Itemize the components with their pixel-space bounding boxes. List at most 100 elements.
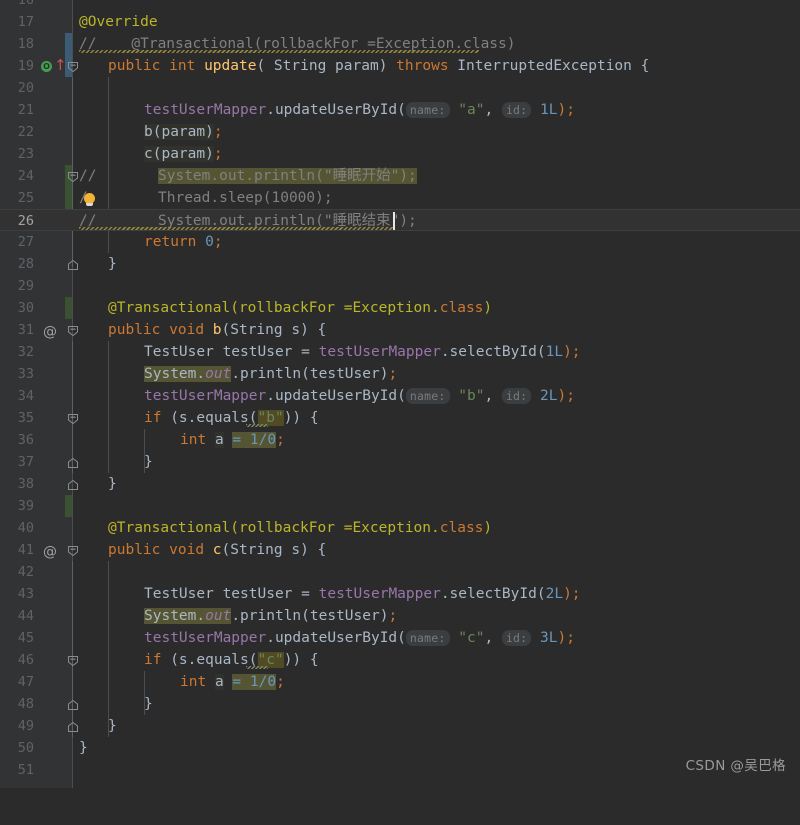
code-line-current[interactable]: 26 // System.out.println("睡眠结束"); xyxy=(0,209,800,231)
code-text[interactable]: public void c(String s) { xyxy=(108,539,326,561)
code-line[interactable]: 47 int a = 1/0; xyxy=(0,671,800,693)
line-number: 17 xyxy=(17,14,34,30)
param-hint-name[interactable]: name: xyxy=(405,102,450,118)
token-comma: , xyxy=(484,388,494,404)
code-line[interactable]: 23 c(param); xyxy=(0,143,800,165)
code-text[interactable]: } xyxy=(144,451,153,473)
line-number: 32 xyxy=(17,344,34,360)
param-hint-id[interactable]: id: xyxy=(501,630,532,646)
token-declaration: TestUser testUser = xyxy=(144,586,319,602)
code-text[interactable]: public void b(String s) { xyxy=(108,319,326,341)
token-variable: a xyxy=(214,674,224,690)
token-number: 0 xyxy=(205,234,214,250)
code-line[interactable]: 17 @Override xyxy=(0,11,800,33)
code-line[interactable]: 16 xyxy=(0,0,800,11)
code-line[interactable]: 44 System.out.println(testUser); xyxy=(0,605,800,627)
code-line[interactable]: 38 } xyxy=(0,473,800,495)
token-number-arg: 2L xyxy=(545,586,564,602)
code-text[interactable]: b(param); xyxy=(144,121,223,143)
code-text[interactable]: testUserMapper.updateUserById(name: "a",… xyxy=(144,99,575,121)
code-line[interactable]: 30 @Transactional(rollbackFor =Exception… xyxy=(0,297,800,319)
code-line[interactable]: 35 if (s.equals("b")) { xyxy=(0,407,800,429)
token-annotation: @Transactional(rollbackFor = xyxy=(108,520,353,536)
token-keyword-void: void xyxy=(169,322,205,338)
code-line[interactable]: 18 // @Transactional(rollbackFor =Except… xyxy=(0,33,800,55)
code-text[interactable]: TestUser testUser = testUserMapper.selec… xyxy=(144,583,581,605)
code-text[interactable]: @Override xyxy=(79,11,158,33)
code-line[interactable]: 28 } xyxy=(0,253,800,275)
param-hint-id[interactable]: id: xyxy=(501,388,532,404)
code-line[interactable]: 20 xyxy=(0,77,800,99)
code-text[interactable]: testUserMapper.updateUserById(name: "b",… xyxy=(144,385,575,407)
code-line[interactable]: 46 if (s.equals("c")) { xyxy=(0,649,800,671)
code-text[interactable]: testUserMapper.updateUserById(name: "c",… xyxy=(144,627,575,649)
code-line[interactable]: 32 TestUser testUser = testUserMapper.se… xyxy=(0,341,800,363)
code-line[interactable]: 40 @Transactional(rollbackFor =Exception… xyxy=(0,517,800,539)
code-line[interactable]: 37 } xyxy=(0,451,800,473)
code-line[interactable]: 51 xyxy=(0,759,800,781)
code-line[interactable]: 45 testUserMapper.updateUserById(name: "… xyxy=(0,627,800,649)
code-line[interactable]: 49 } xyxy=(0,715,800,737)
line-number: 16 xyxy=(17,0,34,8)
code-line[interactable]: 27 return 0; xyxy=(0,231,800,253)
param-hint-name[interactable]: name: xyxy=(405,388,450,404)
code-text[interactable]: if (s.equals("b")) { xyxy=(144,407,319,429)
code-text[interactable]: TestUser testUser = testUserMapper.selec… xyxy=(144,341,581,363)
code-text[interactable]: public int update( String param) throws … xyxy=(108,55,649,77)
token-close: ); xyxy=(557,388,575,404)
token-method-call-c: c(param) xyxy=(144,146,214,162)
code-text[interactable]: @Transactional(rollbackFor =Exception.cl… xyxy=(108,517,492,539)
code-line[interactable]: 36 int a = 1/0; xyxy=(0,429,800,451)
code-line[interactable]: 31 public void b(String s) { xyxy=(0,319,800,341)
code-text[interactable]: } xyxy=(79,737,88,759)
token-brace: } xyxy=(108,718,117,734)
code-text[interactable]: return 0; xyxy=(144,231,223,253)
line-number: 30 xyxy=(17,300,34,316)
token-brace: } xyxy=(108,256,117,272)
code-line[interactable]: 25 / Thread.sleep(10000); xyxy=(0,187,800,209)
code-line[interactable]: 50 } xyxy=(0,737,800,759)
token-commented-code: Thread.sleep(10000); xyxy=(158,190,333,206)
token-keyword-class: class xyxy=(439,300,484,316)
code-line[interactable]: 42 xyxy=(0,561,800,583)
code-text[interactable]: System.out.println(testUser); xyxy=(144,605,397,627)
line-number: 45 xyxy=(17,630,34,646)
code-text[interactable]: / xyxy=(79,187,88,209)
code-text[interactable]: } xyxy=(144,693,153,715)
code-line[interactable]: 34 testUserMapper.updateUserById(name: "… xyxy=(0,385,800,407)
code-text[interactable]: @Transactional(rollbackFor =Exception.cl… xyxy=(108,297,492,319)
code-text[interactable]: // xyxy=(79,165,96,187)
code-text[interactable]: Thread.sleep(10000); xyxy=(158,187,333,209)
param-hint-id[interactable]: id: xyxy=(501,102,532,118)
code-editor[interactable]: O ↑ @ @ 16 17 @Override 18 // @Transacti… xyxy=(0,0,800,788)
line-number: 34 xyxy=(17,388,34,404)
code-text[interactable]: } xyxy=(108,473,117,495)
code-text[interactable]: if (s.equals("c")) { xyxy=(144,649,319,671)
code-line[interactable]: 41 public void c(String s) { xyxy=(0,539,800,561)
code-line[interactable]: 48 } xyxy=(0,693,800,715)
code-text[interactable]: } xyxy=(108,715,117,737)
code-line[interactable]: 21 testUserMapper.updateUserById(name: "… xyxy=(0,99,800,121)
code-text[interactable]: c(param); xyxy=(144,143,223,165)
token-comment-slashes: // xyxy=(79,168,97,184)
code-text[interactable]: System.out.println(testUser); xyxy=(144,363,397,385)
token-close: ); xyxy=(563,586,581,602)
code-line[interactable]: 19 public int update( String param) thro… xyxy=(0,55,800,77)
token-semicolon: ; xyxy=(213,146,223,162)
code-text[interactable]: int a = 1/0; xyxy=(180,429,285,451)
code-line[interactable]: 24 // System.out.println("睡眠开始"); xyxy=(0,165,800,187)
code-text-highlighted[interactable]: System.out.println("睡眠开始"); xyxy=(158,165,417,187)
code-line[interactable]: 22 b(param); xyxy=(0,121,800,143)
token-keyword-if: if xyxy=(144,652,162,668)
code-line[interactable]: 39 xyxy=(0,495,800,517)
code-line[interactable]: 43 TestUser testUser = testUserMapper.se… xyxy=(0,583,800,605)
token-annotation: @Override xyxy=(79,14,158,30)
param-hint-name[interactable]: name: xyxy=(405,630,450,646)
token-keyword-int: int xyxy=(180,674,207,690)
token-number-arg: 1L xyxy=(545,344,564,360)
code-text[interactable]: } xyxy=(108,253,117,275)
code-line[interactable]: 29 xyxy=(0,275,800,297)
code-text[interactable]: int a = 1/0; xyxy=(180,671,285,693)
code-line[interactable]: 33 System.out.println(testUser); xyxy=(0,363,800,385)
token-call: .updateUserById( xyxy=(266,388,406,404)
